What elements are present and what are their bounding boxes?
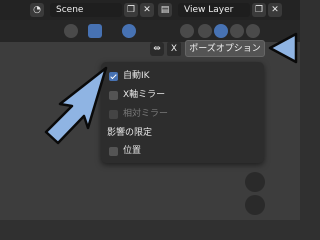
mirror-icon[interactable]: ⇹	[150, 42, 164, 56]
x-axis-mirror-checkbox[interactable]	[109, 90, 118, 100]
pose-options-button[interactable]: ポーズオプション	[185, 40, 265, 57]
auto-ik-checkbox[interactable]	[109, 71, 118, 81]
overlay-icon[interactable]	[122, 24, 136, 38]
locations-item[interactable]: 位置	[109, 144, 141, 158]
rendered-shading-icon[interactable]	[246, 24, 260, 38]
gizmo-icon[interactable]	[88, 24, 102, 38]
view-layer-icon[interactable]: ▤	[158, 3, 172, 17]
relative-mirror-checkbox	[109, 109, 118, 119]
header-toolbar	[0, 20, 300, 42]
locations-label: 位置	[123, 146, 142, 156]
xray-icon[interactable]	[180, 24, 194, 38]
wireframe-shading-icon[interactable]	[198, 24, 212, 38]
auto-ik-item[interactable]: 自動IK	[109, 69, 150, 83]
relative-mirror-label: 相対ミラー	[123, 109, 169, 119]
scene-browse-icon[interactable]: ◔	[30, 3, 44, 17]
material-shading-icon[interactable]	[230, 24, 244, 38]
copy-scene-icon[interactable]: ❐	[124, 3, 138, 17]
pose-options-panel: 自動IK X軸ミラー 相対ミラー 影響の限定 位置	[101, 62, 264, 163]
delete-scene-icon[interactable]: ✕	[140, 3, 154, 17]
auto-ik-label: 自動IK	[123, 71, 150, 81]
solid-shading-icon[interactable]	[214, 24, 228, 38]
scene-field[interactable]: Scene	[50, 3, 122, 17]
x-axis-mirror-label: X軸ミラー	[123, 90, 166, 100]
affect-only-label: 影響の限定	[107, 128, 153, 138]
x-mirror-toggle[interactable]: X	[167, 42, 181, 56]
relative-mirror-item: 相対ミラー	[109, 107, 168, 121]
locations-checkbox[interactable]	[109, 146, 118, 156]
copy-view-layer-icon[interactable]: ❐	[252, 3, 266, 17]
view-layer-field[interactable]: View Layer	[178, 3, 250, 17]
grid-view-icon[interactable]	[245, 195, 265, 215]
top-bar: ◔ Scene ❐ ✕ ▤ View Layer ❐ ✕	[0, 0, 300, 20]
x-axis-mirror-item[interactable]: X軸ミラー	[109, 88, 165, 102]
visibility-icon[interactable]	[64, 24, 78, 38]
delete-view-layer-icon[interactable]: ✕	[268, 3, 282, 17]
camera-view-icon[interactable]	[245, 172, 265, 192]
affect-only-heading: 影響の限定	[107, 126, 152, 140]
